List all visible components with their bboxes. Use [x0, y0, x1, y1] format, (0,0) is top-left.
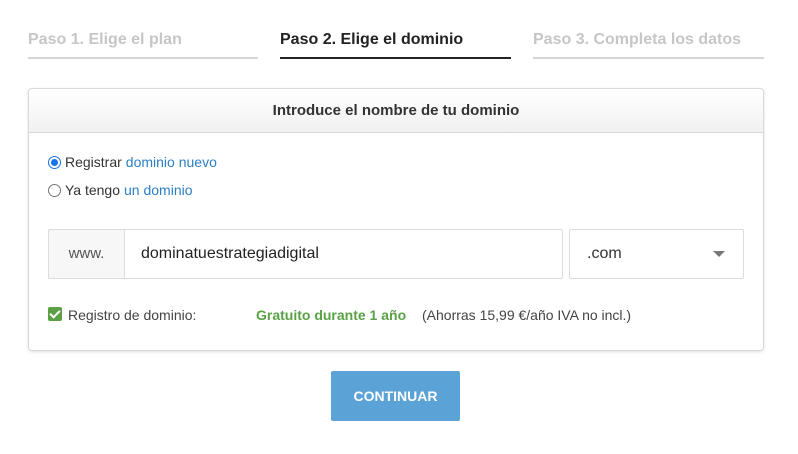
registration-row: Registro de dominio: Gratuito durante 1 … — [48, 307, 748, 325]
step-2-tab[interactable]: Paso 2. Elige el dominio — [280, 28, 511, 59]
option-existing-domain[interactable]: Ya tengo un dominio — [48, 181, 193, 199]
link-existing-domain[interactable]: un dominio — [124, 182, 193, 198]
registration-note: (Ahorras 15,99 €/año IVA no incl.) — [422, 307, 632, 323]
domain-prefix-label: www. — [48, 229, 124, 279]
option-new-domain-prefix: Registrar — [65, 154, 122, 170]
chevron-down-icon — [713, 251, 725, 257]
tld-selected-value: .com — [587, 245, 622, 262]
registration-offer: Gratuito durante 1 año — [256, 307, 407, 323]
domain-card: Introduce el nombre de tu dominio Regist… — [28, 88, 764, 351]
option-existing-domain-prefix: Ya tengo — [65, 182, 121, 198]
card-title: Introduce el nombre de tu dominio — [29, 89, 763, 133]
radio-existing-domain[interactable] — [48, 183, 61, 197]
radio-new-domain[interactable] — [48, 155, 61, 169]
step-3-tab[interactable]: Paso 3. Completa los datos — [533, 28, 764, 59]
option-new-domain[interactable]: Registrar dominio nuevo — [48, 153, 217, 171]
step-1-tab[interactable]: Paso 1. Elige el plan — [28, 28, 258, 59]
registration-label: Registro de dominio: — [68, 307, 197, 323]
link-new-domain[interactable]: dominio nuevo — [126, 154, 217, 170]
domain-name-input[interactable]: dominatuestrategiadigital — [124, 229, 563, 279]
domain-entry-row: www. dominatuestrategiadigital .com — [48, 229, 744, 279]
continue-button[interactable]: CONTINUAR — [331, 371, 460, 421]
registration-checkbox[interactable] — [48, 307, 62, 321]
tld-select[interactable]: .com — [569, 229, 744, 279]
step-progress: Paso 1. Elige el plan Paso 2. Elige el d… — [28, 28, 764, 60]
